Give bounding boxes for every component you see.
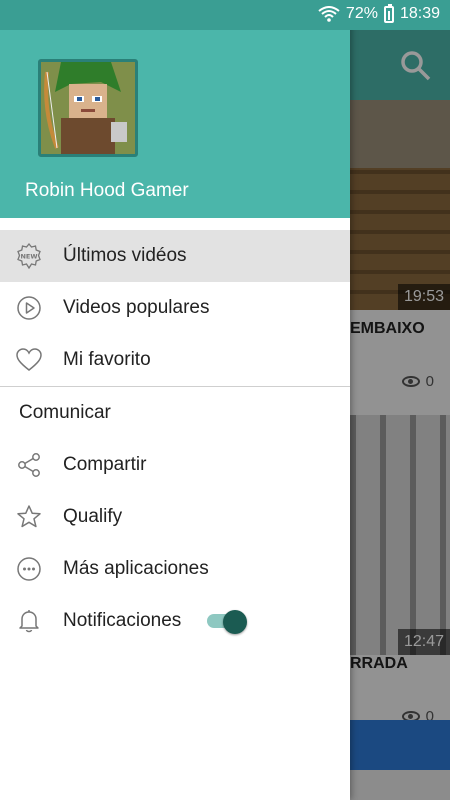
menu-item-qualify[interactable]: Qualify bbox=[0, 491, 350, 543]
menu-item-label: Qualify bbox=[63, 506, 123, 527]
menu-item-share[interactable]: Compartir bbox=[0, 439, 350, 491]
clock: 18:39 bbox=[399, 5, 440, 22]
svg-text:NEW: NEW bbox=[20, 253, 37, 261]
menu-item-label: Mi favorito bbox=[63, 349, 151, 370]
heart-icon bbox=[16, 347, 42, 373]
navigation-drawer: Robin Hood Gamer NEW Últimos vidéos Vide… bbox=[0, 0, 350, 800]
menu-item-popular-videos[interactable]: Videos populares bbox=[0, 282, 350, 334]
notifications-toggle[interactable] bbox=[205, 610, 247, 634]
star-icon bbox=[16, 504, 42, 530]
wifi-icon bbox=[318, 6, 340, 22]
drawer-header: Robin Hood Gamer bbox=[0, 30, 350, 218]
channel-avatar bbox=[38, 59, 138, 157]
menu-item-favorites[interactable]: Mi favorito bbox=[0, 334, 350, 386]
menu-item-label: Videos populares bbox=[63, 297, 210, 318]
status-bar: 72% 18:39 bbox=[0, 0, 450, 30]
battery-icon bbox=[383, 3, 394, 23]
menu-item-latest-videos[interactable]: NEW Últimos vidéos bbox=[0, 230, 350, 282]
menu-item-label: Compartir bbox=[63, 454, 147, 475]
menu-item-label: Notificaciones bbox=[63, 610, 182, 631]
menu-item-label: Más aplicaciones bbox=[63, 558, 209, 579]
more-apps-icon bbox=[16, 556, 42, 582]
play-circle-icon bbox=[16, 295, 42, 321]
share-icon bbox=[16, 452, 42, 478]
menu-item-label: Últimos vidéos bbox=[63, 245, 187, 266]
menu-item-notifications[interactable]: Notificaciones bbox=[0, 595, 350, 647]
section-title: Comunicar bbox=[19, 402, 111, 423]
drawer-menu: NEW Últimos vidéos Videos populares Mi f… bbox=[0, 230, 350, 647]
new-badge-icon: NEW bbox=[16, 243, 42, 269]
battery-percent: 72% bbox=[345, 5, 378, 22]
channel-name: Robin Hood Gamer bbox=[25, 180, 189, 201]
bell-icon bbox=[16, 608, 42, 634]
menu-item-more-apps[interactable]: Más aplicaciones bbox=[0, 543, 350, 595]
